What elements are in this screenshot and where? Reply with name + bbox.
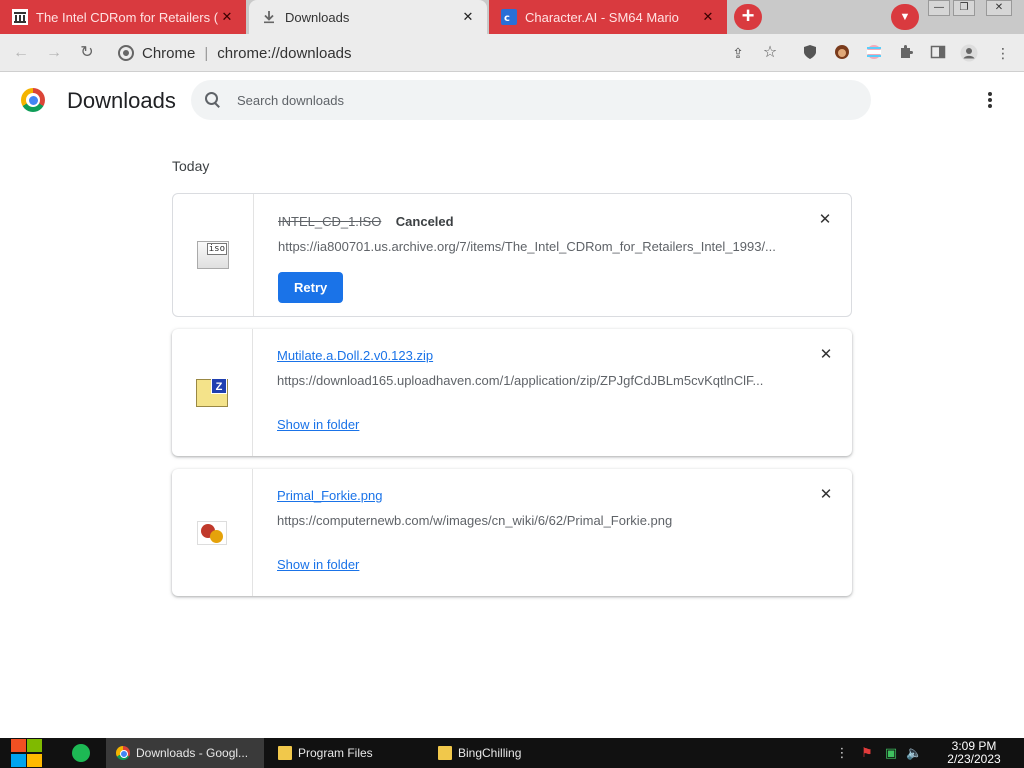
- chrome-menu-icon[interactable]: ⋮: [994, 44, 1012, 62]
- taskbar-clock[interactable]: 3:09 PM 2/23/2023: [934, 740, 1014, 766]
- tab-strip: The Intel CDRom for Retailers ( ✕ Downlo…: [0, 0, 1024, 34]
- profile-icon[interactable]: [960, 44, 978, 62]
- file-icon-column: [172, 469, 253, 596]
- close-tab-icon[interactable]: ✕: [459, 8, 477, 26]
- more-actions-icon[interactable]: [980, 90, 1000, 110]
- iso-file-icon: iso: [197, 241, 229, 269]
- download-item: Z Mutilate.a.Doll.2.v0.123.zip https://d…: [172, 329, 852, 456]
- chrome-icon: [116, 746, 130, 760]
- action-center-flag-icon[interactable]: ⚑: [859, 745, 875, 761]
- image-file-icon: [197, 520, 227, 545]
- tab-title: The Intel CDRom for Retailers (: [36, 9, 218, 25]
- forward-arrow-icon[interactable]: →: [43, 42, 65, 64]
- clock-date: 2/23/2023: [947, 752, 1001, 766]
- start-button[interactable]: [10, 738, 42, 768]
- taskbar-item-program-files[interactable]: Program Files: [268, 738, 426, 768]
- back-arrow-icon[interactable]: ←: [10, 42, 32, 64]
- zip-badge: Z: [211, 377, 227, 394]
- file-name-link[interactable]: Primal_Forkie.png: [277, 488, 383, 503]
- remove-from-list-icon[interactable]: ✕: [818, 347, 834, 363]
- file-name: INTEL_CD_1.ISO: [278, 214, 382, 229]
- tab-title: Downloads: [285, 9, 350, 25]
- folder-icon: [278, 746, 292, 760]
- download-item: Primal_Forkie.png https://computernewb.c…: [172, 469, 852, 596]
- download-status: Canceled: [395, 214, 454, 229]
- taskbar-item-label: BingChilling: [458, 746, 522, 760]
- close-window-button[interactable]: ✕: [986, 0, 1012, 16]
- retry-button[interactable]: Retry: [278, 272, 344, 303]
- search-input[interactable]: [237, 92, 837, 108]
- volume-icon[interactable]: 🔈: [906, 745, 922, 761]
- taskbar: Downloads - Googl... Program Files BingC…: [0, 738, 1024, 768]
- side-panel-icon[interactable]: [929, 44, 947, 62]
- downloads-header: Downloads: [0, 72, 1024, 128]
- folder-icon: [438, 746, 452, 760]
- tab-downloads[interactable]: Downloads ✕: [249, 0, 487, 34]
- page-title: Downloads: [67, 88, 176, 113]
- remove-from-list-icon[interactable]: ✕: [817, 212, 833, 228]
- reload-icon[interactable]: ↻: [76, 42, 98, 64]
- close-tab-icon[interactable]: ✕: [218, 8, 236, 26]
- tab-title: Character.AI - SM64 Mario: [525, 9, 679, 25]
- chrome-page-icon: [118, 45, 134, 61]
- close-tab-icon[interactable]: ✕: [699, 8, 717, 26]
- file-name-link[interactable]: Mutilate.a.Doll.2.v0.123.zip: [277, 348, 433, 363]
- search-icon[interactable]: [205, 92, 221, 108]
- download-details: Mutilate.a.Doll.2.v0.123.zip https://dow…: [277, 329, 792, 434]
- download-details: Primal_Forkie.png https://computernewb.c…: [277, 469, 792, 574]
- omnibox-separator: |: [204, 44, 209, 62]
- spotify-icon[interactable]: [72, 744, 90, 762]
- site-label: Chrome: [142, 44, 196, 62]
- tab-search-button[interactable]: ▼: [891, 4, 919, 30]
- file-name-row: INTEL_CD_1.ISO Canceled: [278, 213, 791, 231]
- date-section-header: Today: [172, 158, 210, 174]
- remove-from-list-icon[interactable]: ✕: [818, 487, 834, 503]
- minimize-button[interactable]: —: [928, 0, 950, 16]
- tab-character-ai[interactable]: c Character.AI - SM64 Mario ✕: [489, 0, 727, 34]
- character-ai-icon: c: [501, 9, 517, 25]
- tray-overflow-icon[interactable]: ⋮: [834, 745, 850, 761]
- bookmark-star-icon[interactable]: ☆: [761, 44, 779, 62]
- search-bar[interactable]: [191, 80, 871, 120]
- download-details: INTEL_CD_1.ISO Canceled https://ia800701…: [278, 194, 791, 303]
- flag-extension-icon[interactable]: [865, 44, 883, 62]
- chrome-logo-icon: [21, 88, 45, 112]
- download-url[interactable]: https://ia800701.us.archive.org/7/items/…: [278, 239, 778, 254]
- download-item: iso INTEL_CD_1.ISO Canceled https://ia80…: [172, 193, 852, 317]
- file-icon-column: Z: [172, 329, 253, 456]
- extensions-puzzle-icon[interactable]: [897, 44, 915, 62]
- ublock-icon[interactable]: [801, 44, 819, 62]
- svg-text:c: c: [504, 13, 510, 24]
- zip-file-icon: Z: [196, 377, 228, 407]
- download-url[interactable]: https://computernewb.com/w/images/cn_wik…: [277, 513, 777, 528]
- taskbar-item-bingchilling[interactable]: BingChilling: [428, 738, 586, 768]
- show-in-folder-link[interactable]: Show in folder: [277, 417, 359, 432]
- new-tab-button[interactable]: +: [734, 4, 762, 30]
- extension-avatar-icon[interactable]: [833, 44, 851, 62]
- restore-button[interactable]: ❐: [953, 0, 975, 16]
- url-text: chrome://downloads: [217, 44, 352, 62]
- iso-label: iso: [206, 243, 227, 255]
- download-icon: [261, 9, 277, 25]
- show-in-folder-link[interactable]: Show in folder: [277, 557, 359, 572]
- browser-toolbar: ← → ↻ Chrome | chrome://downloads ⇪ ☆ ⋮: [0, 34, 1024, 72]
- taskbar-item-chrome[interactable]: Downloads - Googl...: [106, 738, 264, 768]
- network-icon[interactable]: ▣: [883, 745, 899, 761]
- address-bar[interactable]: Chrome | chrome://downloads: [108, 39, 788, 67]
- taskbar-item-label: Downloads - Googl...: [136, 746, 249, 760]
- taskbar-item-label: Program Files: [298, 746, 373, 760]
- archive-icon: [12, 9, 28, 25]
- tab-intel-cdrom[interactable]: The Intel CDRom for Retailers ( ✕: [0, 0, 246, 34]
- download-url[interactable]: https://download165.uploadhaven.com/1/ap…: [277, 373, 777, 388]
- file-icon-column: iso: [173, 194, 254, 316]
- share-icon[interactable]: ⇪: [729, 44, 747, 62]
